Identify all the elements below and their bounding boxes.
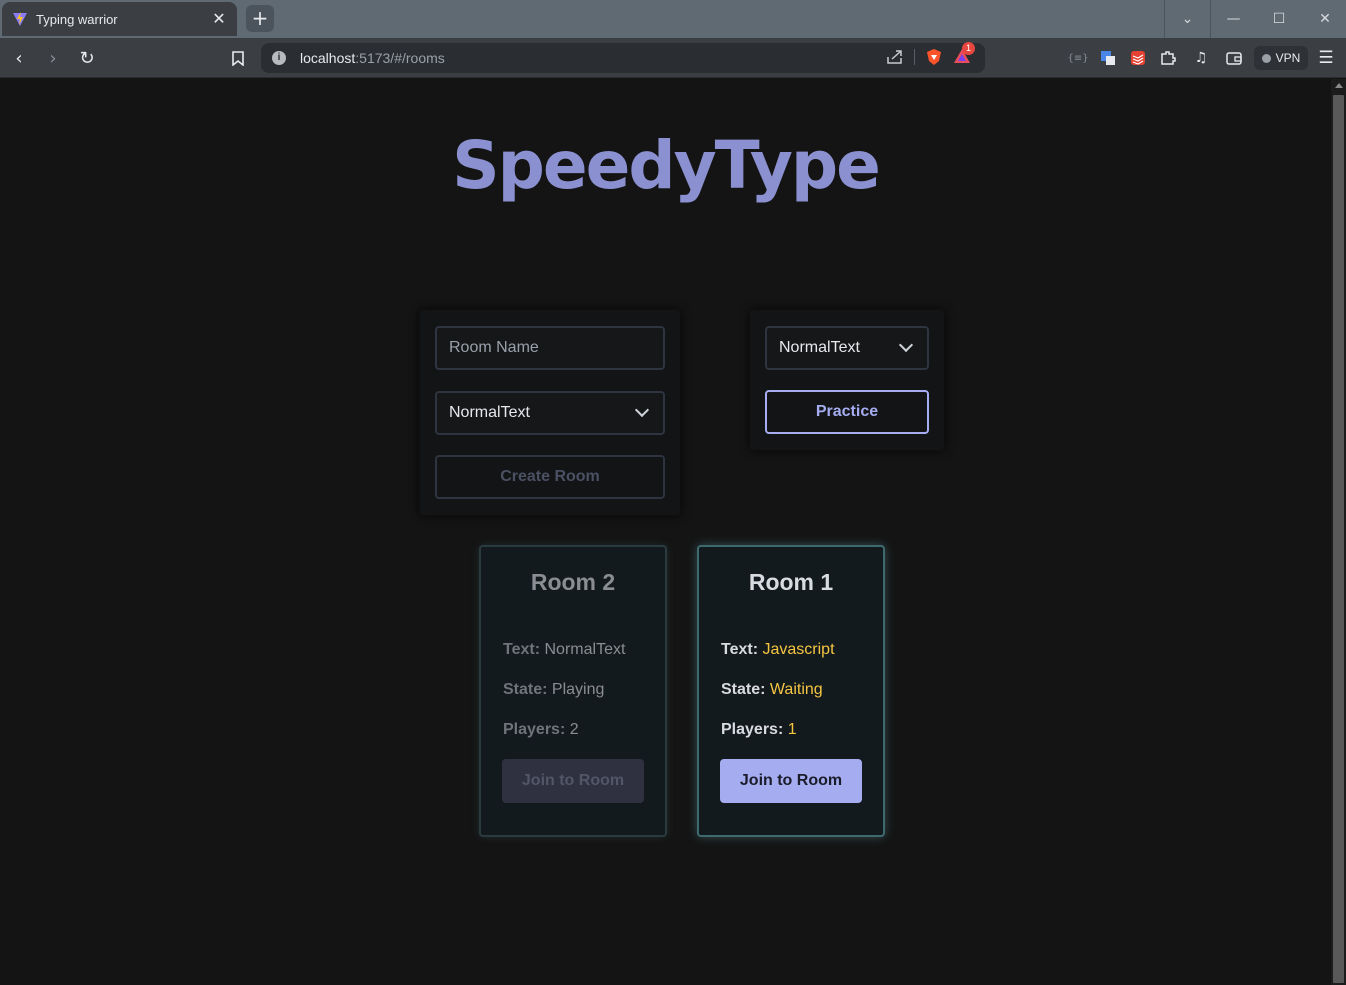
room-state-info: State: Playing bbox=[503, 681, 605, 698]
tab-search-icon[interactable]: ⌄ bbox=[1164, 0, 1210, 38]
scroll-up-icon[interactable] bbox=[1335, 83, 1343, 88]
room-name-input[interactable]: Room Name bbox=[435, 326, 665, 370]
maximize-icon[interactable]: ☐ bbox=[1256, 0, 1302, 38]
share-icon[interactable] bbox=[886, 49, 904, 65]
forward-icon[interactable]: › bbox=[41, 46, 65, 70]
practice-text-type-select[interactable]: NormalText bbox=[765, 326, 929, 370]
room-players-info: Players: 1 bbox=[721, 721, 797, 738]
room-card: Room 2 Text: NormalText State: Playing P… bbox=[479, 545, 667, 837]
browser-tabstrip: Typing warrior ✕ + ⌄ — ☐ ✕ bbox=[0, 0, 1346, 38]
extension-brackets-icon[interactable]: {≡} bbox=[1067, 49, 1088, 67]
reload-icon[interactable]: ↻ bbox=[75, 46, 99, 70]
translate-icon[interactable] bbox=[1099, 49, 1117, 67]
select-value: NormalText bbox=[779, 339, 860, 356]
page-viewport: SpeedyType Room Name NormalText Create R… bbox=[0, 79, 1346, 985]
extensions-puzzle-icon[interactable] bbox=[1159, 49, 1177, 67]
brave-rewards-icon[interactable]: 1 bbox=[953, 42, 975, 66]
room-players-info: Players: 2 bbox=[503, 721, 579, 738]
wallet-icon[interactable] bbox=[1225, 49, 1243, 67]
vite-logo-icon bbox=[13, 12, 27, 26]
minimize-icon[interactable]: — bbox=[1210, 0, 1256, 38]
room-text-info: Text: Javascript bbox=[721, 641, 835, 658]
close-window-icon[interactable]: ✕ bbox=[1302, 0, 1346, 38]
vpn-label: VPN bbox=[1275, 51, 1301, 65]
site-info-icon[interactable]: i bbox=[272, 51, 286, 65]
address-bar[interactable]: i localhost:5173/#/rooms 1 bbox=[261, 42, 985, 73]
select-value: NormalText bbox=[449, 404, 530, 421]
chevron-down-icon bbox=[634, 402, 650, 418]
vpn-button[interactable]: VPN bbox=[1254, 46, 1308, 70]
notification-badge: 1 bbox=[962, 42, 975, 55]
todoist-icon[interactable] bbox=[1129, 49, 1147, 67]
bookmark-icon[interactable] bbox=[226, 46, 250, 70]
url-text: localhost:5173/#/rooms bbox=[300, 50, 445, 66]
browser-toolbar: ‹ › ↻ i localhost:5173/#/rooms 1 {≡} ♫ V… bbox=[0, 38, 1346, 78]
music-icon[interactable]: ♫ bbox=[1192, 49, 1210, 67]
create-room-button[interactable]: Create Room bbox=[435, 455, 665, 499]
chevron-down-icon bbox=[898, 337, 914, 353]
create-text-type-select[interactable]: NormalText bbox=[435, 391, 665, 435]
join-room-button[interactable]: Join to Room bbox=[720, 759, 862, 803]
room-text-info: Text: NormalText bbox=[503, 641, 626, 658]
scrollbar-thumb[interactable] bbox=[1333, 95, 1344, 983]
omnibox-divider bbox=[914, 49, 915, 65]
room-title: Room 1 bbox=[748, 569, 834, 595]
brave-shield-icon[interactable] bbox=[925, 48, 943, 66]
menu-hamburger-icon[interactable]: ☰ bbox=[1317, 48, 1335, 68]
practice-button[interactable]: Practice bbox=[765, 390, 929, 434]
vpn-status-icon bbox=[1261, 53, 1271, 63]
practice-panel: NormalText Practice bbox=[750, 310, 944, 450]
browser-tab[interactable]: Typing warrior ✕ bbox=[2, 2, 237, 36]
room-state-info: State: Waiting bbox=[721, 681, 823, 698]
new-tab-button[interactable]: + bbox=[246, 5, 274, 32]
page-scrollbar[interactable] bbox=[1331, 79, 1346, 985]
room-title: Room 2 bbox=[530, 569, 616, 595]
create-room-panel: Room Name NormalText Create Room bbox=[420, 310, 680, 515]
join-room-button[interactable]: Join to Room bbox=[502, 759, 644, 803]
app-logo: SpeedyType bbox=[452, 127, 881, 204]
room-card: Room 1 Text: Javascript State: Waiting P… bbox=[697, 545, 885, 837]
back-icon[interactable]: ‹ bbox=[7, 46, 31, 70]
tab-title: Typing warrior bbox=[36, 11, 118, 27]
tab-close-icon[interactable]: ✕ bbox=[211, 9, 227, 29]
